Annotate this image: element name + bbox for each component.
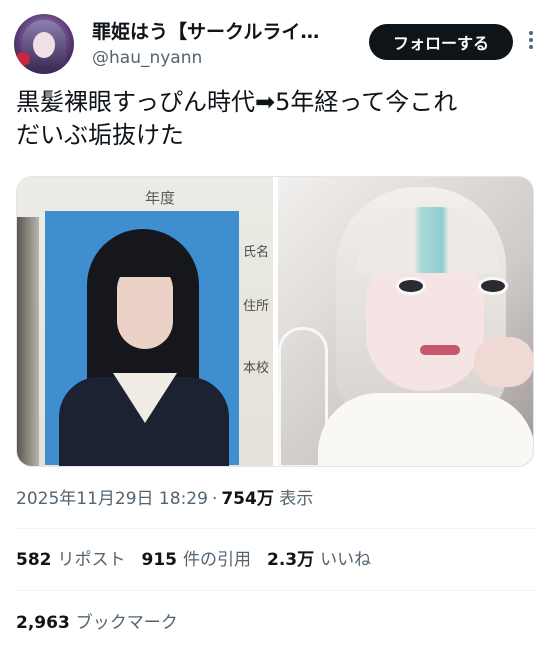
id-card-year-label: 年度 [145, 189, 176, 207]
follow-button[interactable]: フォローする [369, 24, 513, 60]
tweet-header: 罪姫はう【サークルライ… @hau_nyann フォローする [14, 14, 536, 76]
reposts-count: 582 [16, 550, 52, 570]
selfie-shirt [318, 393, 533, 466]
meta-separator: · [211, 489, 218, 509]
avatar[interactable] [14, 14, 74, 74]
views-count: 754万 [221, 489, 274, 509]
reposts-label: リポスト [57, 550, 126, 570]
media-photo-before[interactable]: 年度 氏名 住所 本校 [17, 177, 273, 466]
id-card-field-school: 本校 [243, 361, 270, 376]
avatar-face [33, 32, 55, 58]
id-card-field-name: 氏名 [243, 245, 270, 260]
id-card-field-address: 住所 [243, 299, 270, 314]
selfie-eye-left [396, 277, 426, 295]
divider [16, 528, 534, 529]
card-edge [17, 217, 39, 466]
media-photo-after[interactable] [278, 177, 533, 466]
quotes-count: 915 [141, 550, 178, 570]
author-display-name[interactable]: 罪姫はう【サークルライ… [92, 20, 362, 44]
avatar-accent [16, 52, 30, 66]
engagement-stats: 582 リポスト 915 件の引用 2.3万 いいね [16, 547, 387, 573]
bookmarks-stat[interactable]: 2,963 ブックマーク [16, 610, 178, 636]
selfie-hand [474, 337, 533, 387]
likes-stat[interactable]: 2.3万 いいね [267, 547, 371, 573]
bookmarks-label: ブックマーク [75, 613, 178, 633]
author-handle[interactable]: @hau_nyann [92, 47, 202, 69]
tweet-media[interactable]: 年度 氏名 住所 本校 [16, 176, 534, 467]
tweet-text: 黒髪裸眼すっぴん時代➡5年経って今これ だいぶ垢抜けた [16, 88, 458, 149]
quotes-label: 件の引用 [183, 550, 251, 570]
selfie-lips [420, 345, 460, 355]
tweet-timestamp[interactable]: 2025年11月29日 18:29 [16, 489, 208, 509]
bookmarks-count: 2,963 [16, 613, 70, 633]
quotes-stat[interactable]: 915 件の引用 [142, 547, 252, 573]
views-label: 表示 [279, 489, 314, 509]
divider [16, 590, 534, 591]
likes-label: いいね [320, 550, 372, 570]
selfie-eye-right [478, 277, 508, 295]
likes-count: 2.3万 [267, 550, 315, 570]
reposts-stat[interactable]: 582 リポスト [16, 547, 126, 573]
tweet-meta: 2025年11月29日 18:29 · 754万 表示 [16, 487, 313, 511]
more-vertical-icon[interactable] [526, 28, 536, 56]
